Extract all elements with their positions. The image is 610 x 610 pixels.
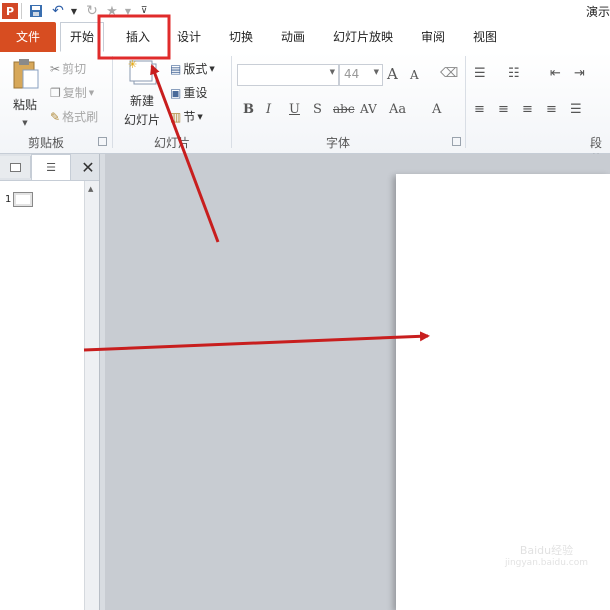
font-size-value: 44 bbox=[344, 67, 360, 81]
group-separator bbox=[465, 56, 466, 148]
section-dropdown-icon: ▼ bbox=[197, 112, 203, 121]
customize-icon[interactable]: ⊽ bbox=[136, 3, 152, 19]
tab-home[interactable]: 开始 bbox=[60, 22, 104, 52]
quick-access-toolbar: P ↶ ▼ ↻ ★ ▼ ⊽ 演示 bbox=[0, 0, 610, 22]
font-size-input[interactable]: 44 ▼ bbox=[339, 64, 383, 86]
svg-text:✳: ✳ bbox=[128, 58, 137, 71]
tab-slideshow[interactable]: 幻灯片放映 bbox=[328, 22, 398, 52]
thumbnail-pane: 1 bbox=[0, 181, 84, 610]
watermark-line2: jingyan.baidu.com bbox=[504, 558, 588, 568]
align-center-icon[interactable]: ≡ bbox=[498, 102, 509, 117]
save-icon[interactable] bbox=[28, 3, 44, 19]
redo-icon[interactable]: ↻ bbox=[84, 3, 100, 19]
new-slide-button[interactable]: ✳ 新建 幻灯片 bbox=[118, 58, 166, 128]
clipboard-launcher-icon[interactable] bbox=[98, 137, 107, 146]
justify-icon[interactable]: ≡ bbox=[546, 102, 557, 117]
italic-button[interactable]: I bbox=[266, 102, 271, 117]
paste-dropdown-icon: ▼ bbox=[22, 119, 28, 127]
paste-label: 粘贴 bbox=[12, 98, 37, 112]
distribute-icon[interactable]: ☰ bbox=[570, 102, 582, 117]
slide[interactable]: Baidu经验 jingyan.baidu.com bbox=[396, 174, 610, 610]
tab-transitions[interactable]: 切换 bbox=[224, 22, 258, 52]
tab-insert[interactable]: 插入 bbox=[118, 22, 158, 52]
section-icon: ▥ bbox=[170, 109, 182, 124]
cut-button[interactable]: ✂ 剪切 bbox=[50, 60, 86, 77]
layout-icon: ▤ bbox=[170, 61, 182, 76]
new-slide-icon: ✳ bbox=[128, 58, 157, 85]
font-name-input[interactable]: ▼ bbox=[237, 64, 339, 86]
align-left-icon[interactable]: ≡ bbox=[474, 102, 485, 117]
underline-button[interactable]: U bbox=[289, 102, 300, 117]
section-label: 节 bbox=[183, 110, 196, 124]
watermark-line1: Baidu经验 bbox=[519, 544, 574, 557]
scroll-up-icon[interactable]: ▲ bbox=[88, 185, 93, 193]
undo-dropdown-icon[interactable]: ▼ bbox=[66, 3, 82, 19]
change-case-button[interactable]: Aa bbox=[389, 102, 406, 117]
format-painter-button[interactable]: ✎ 格式刷 bbox=[50, 108, 98, 125]
font-color-button[interactable]: A bbox=[432, 102, 441, 117]
format-painter-label: 格式刷 bbox=[62, 110, 99, 124]
font-launcher-icon[interactable] bbox=[452, 137, 461, 146]
new-slide-label-2: 幻灯片 bbox=[123, 113, 160, 127]
reset-icon: ▣ bbox=[170, 85, 182, 100]
align-right-icon[interactable]: ≡ bbox=[522, 102, 533, 117]
slide-thumbnail[interactable] bbox=[13, 192, 33, 207]
layout-dropdown-icon: ▼ bbox=[209, 64, 215, 73]
copy-dropdown-icon: ▼ bbox=[88, 88, 95, 97]
pane-tabs: ☰ ✕ bbox=[0, 154, 104, 181]
decrease-indent-icon[interactable]: ⇤ bbox=[550, 66, 561, 81]
paste-button[interactable]: 粘贴 ▼ bbox=[8, 58, 42, 127]
window-title: 演示 bbox=[585, 5, 610, 19]
layout-button[interactable]: ▤ 版式 ▼ bbox=[170, 60, 215, 77]
font-group-label: 字体 bbox=[326, 136, 351, 150]
section-button[interactable]: ▥ 节 ▼ bbox=[170, 108, 203, 125]
shrink-font-button[interactable]: A bbox=[410, 68, 419, 82]
ribbon-tabs: 文件 开始 插入 设计 切换 动画 幻灯片放映 审阅 视图 bbox=[0, 22, 610, 53]
star-icon[interactable]: ★ bbox=[104, 3, 120, 19]
reset-label: 重设 bbox=[183, 86, 208, 100]
shadow-button[interactable]: S bbox=[313, 102, 322, 117]
group-separator bbox=[231, 56, 232, 148]
new-slide-label-1: 新建 bbox=[129, 94, 154, 108]
close-pane-icon[interactable]: ✕ bbox=[78, 157, 98, 177]
format-painter-icon: ✎ bbox=[50, 109, 61, 124]
numbering-icon[interactable]: ☷ bbox=[508, 66, 520, 81]
powerpoint-logo-icon[interactable]: P bbox=[2, 3, 18, 19]
undo-icon[interactable]: ↶ bbox=[50, 3, 66, 19]
strikethrough-button[interactable]: abc bbox=[333, 102, 355, 116]
group-separator bbox=[112, 56, 113, 148]
grow-font-button[interactable]: A bbox=[387, 65, 398, 83]
tab-design[interactable]: 设计 bbox=[172, 22, 206, 52]
reset-button[interactable]: ▣ 重设 bbox=[170, 84, 207, 101]
font-name-dropdown-icon[interactable]: ▼ bbox=[330, 68, 335, 76]
star-dropdown-icon[interactable]: ▼ bbox=[120, 3, 136, 19]
copy-icon: ❐ bbox=[50, 85, 61, 100]
tab-animations[interactable]: 动画 bbox=[276, 22, 310, 52]
tab-view[interactable]: 视图 bbox=[468, 22, 502, 52]
copy-button[interactable]: ❐ 复制 ▼ bbox=[50, 84, 94, 101]
slides-view-icon bbox=[9, 162, 21, 172]
increase-indent-icon[interactable]: ⇥ bbox=[574, 66, 585, 81]
bold-button[interactable]: B bbox=[243, 102, 254, 117]
watermark: Baidu经验 jingyan.baidu.com bbox=[505, 542, 588, 568]
clipboard-group-label: 剪贴板 bbox=[28, 136, 65, 150]
outline-tab[interactable]: ☰ bbox=[31, 154, 71, 180]
thumbnail-scrollbar[interactable]: ▲ bbox=[84, 181, 100, 610]
cut-label: 剪切 bbox=[62, 62, 87, 76]
outline-icon: ☰ bbox=[46, 161, 56, 174]
slide-number: 1 bbox=[5, 194, 12, 205]
clipboard-icon bbox=[13, 59, 39, 89]
tab-review[interactable]: 审阅 bbox=[416, 22, 450, 52]
bullets-icon[interactable]: ☰ bbox=[474, 66, 486, 81]
slides-group-label: 幻灯片 bbox=[154, 136, 191, 150]
font-size-dropdown-icon[interactable]: ▼ bbox=[374, 68, 379, 76]
layout-label: 版式 bbox=[183, 62, 208, 76]
tab-file[interactable]: 文件 bbox=[0, 22, 56, 52]
slides-tab[interactable] bbox=[0, 156, 31, 178]
clear-format-icon[interactable]: ⌫ bbox=[440, 66, 458, 81]
copy-label: 复制 bbox=[62, 86, 87, 100]
char-spacing-button[interactable]: AV bbox=[360, 102, 377, 116]
scissors-icon: ✂ bbox=[50, 61, 61, 76]
ribbon: 粘贴 ▼ ✂ 剪切 ❐ 复制 ▼ ✎ 格式刷 剪贴板 ✳ 新建 幻灯片 ▤ 版式… bbox=[0, 52, 610, 167]
